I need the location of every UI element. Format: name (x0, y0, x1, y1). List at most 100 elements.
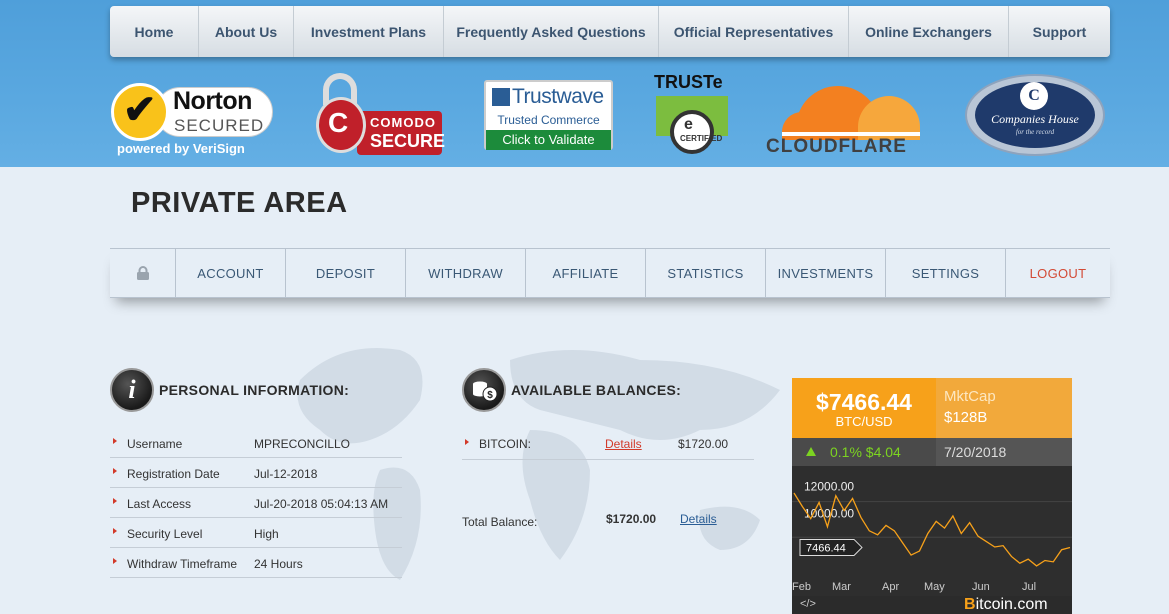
subnav-affiliate[interactable]: AFFILIATE (526, 249, 646, 297)
nav-online-exchangers[interactable]: Online Exchangers (849, 6, 1009, 57)
truste-e-icon: e (684, 116, 693, 133)
info-label: Withdraw Timeframe (127, 557, 238, 571)
total-balance-label: Total Balance: (462, 515, 538, 529)
btc-price: $7466.44 (816, 389, 912, 415)
total-details-link[interactable]: Details (680, 512, 717, 526)
info-value: MPRECONCILLO (254, 437, 351, 451)
info-value: Jul-20-2018 05:04:13 AM (254, 497, 389, 511)
comodo-secure-badge[interactable]: C COMODO SECURE (316, 73, 446, 155)
svg-text:$: $ (487, 390, 493, 401)
chart-x-tick-label: Jun (972, 581, 990, 593)
brand-rest: itcoin.com (975, 596, 1048, 613)
cloudflare-wordmark: CLOUDFLARE (766, 136, 907, 157)
trustwave-validate-button[interactable]: Click to Validate (486, 130, 611, 150)
total-balance-amount: $1720.00 (606, 512, 657, 526)
bullet-arrow-icon (113, 498, 117, 504)
bitcoin-com-logo[interactable]: Bitcoin.com (964, 596, 1048, 614)
info-label: Security Level (127, 527, 203, 541)
chart-x-tick-label: Feb (792, 581, 811, 593)
mktcap-box (936, 378, 1072, 438)
norton-powered-by: powered by VeriSign (117, 141, 245, 156)
btc-date: 7/20/2018 (944, 444, 1007, 460)
personal-info-title: PERSONAL INFORMATION: (159, 382, 350, 398)
bullet-arrow-icon (465, 439, 469, 445)
chart-x-tick-label: May (924, 581, 945, 593)
personal-info-list: Username MPRECONCILLO Registration Date … (110, 428, 402, 578)
norton-subtitle: SECURED (174, 116, 265, 135)
norton-title: Norton (173, 87, 252, 115)
info-row-last-access: Last Access Jul-20-2018 05:04:13 AM (110, 488, 402, 518)
brand-b: B (964, 596, 976, 613)
trustwave-title: Trustwave (512, 85, 604, 108)
info-icon: i (110, 368, 154, 412)
nav-investment-plans[interactable]: Investment Plans (294, 6, 444, 57)
subnav-withdraw[interactable]: WITHDRAW (406, 249, 526, 297)
chart-x-tick-label: Jul (1022, 581, 1036, 593)
account-navigation: ACCOUNT DEPOSIT WITHDRAW AFFILIATE STATI… (110, 248, 1110, 298)
lock-icon (110, 249, 176, 297)
info-label: Registration Date (127, 467, 220, 481)
chart-current-value-label: 7466.44 (799, 538, 863, 556)
up-arrow-icon (806, 447, 816, 456)
info-row-registration-date: Registration Date Jul-12-2018 (110, 458, 402, 488)
chart-y-tick-label: 12000.00 (804, 479, 854, 493)
subnav-deposit[interactable]: DEPOSIT (286, 249, 406, 297)
subnav-settings[interactable]: SETTINGS (886, 249, 1006, 297)
bitcoin-price-widget[interactable]: $7466.44 BTC/USD MktCap $128B 0.1% $4.04… (792, 378, 1072, 614)
comodo-title: COMODO (370, 115, 436, 130)
trustwave-logo-icon (492, 88, 510, 106)
widget-footer: </> Bitcoin.com (792, 596, 1072, 614)
companies-house-crest-icon: C (1020, 82, 1048, 110)
norton-secured-badge[interactable]: ✔ Norton SECURED powered by VeriSign (111, 83, 274, 156)
mktcap-label: MktCap (944, 388, 996, 405)
subnav-statistics[interactable]: STATISTICS (646, 249, 766, 297)
info-label: Username (127, 437, 183, 451)
subnav-investments[interactable]: INVESTMENTS (766, 249, 886, 297)
coins-icon: $ (462, 368, 506, 412)
truste-certified: CERTIFIED (680, 134, 723, 143)
balances-title: AVAILABLE BALANCES: (511, 382, 682, 398)
btc-price-chart[interactable]: 12000.0010000.007466.44Feb Mar Apr May Jun Ju… (792, 466, 1072, 596)
info-value: High (254, 527, 279, 541)
checkmark-icon: ✔ (123, 88, 157, 132)
truste-title: TRUSTe (654, 72, 723, 92)
bullet-arrow-icon (113, 468, 117, 474)
trustwave-subtitle: Trusted Commerce (497, 113, 600, 127)
chart-x-tick-label: Apr (882, 581, 899, 593)
mktcap-value: $128B (944, 409, 988, 426)
balance-row-bitcoin: BITCOIN: Details $1720.00 (462, 428, 754, 460)
page-title: PRIVATE AREA (131, 187, 348, 219)
trustwave-badge[interactable]: Trustwave Trusted Commerce Click to Vali… (484, 80, 613, 150)
info-row-withdraw-timeframe: Withdraw Timeframe 24 Hours (110, 548, 402, 578)
info-value: Jul-12-2018 (254, 467, 318, 481)
info-value: 24 Hours (254, 557, 303, 571)
info-row-security-level: Security Level High (110, 518, 402, 548)
balance-currency: BITCOIN: (479, 437, 532, 451)
companies-house-tagline: for the record (1015, 128, 1055, 136)
comodo-subtitle: SECURE (370, 131, 446, 151)
top-navigation: Home About Us Investment Plans Frequentl… (110, 6, 1110, 57)
nav-home[interactable]: Home (110, 6, 199, 57)
truste-badge[interactable]: TRUSTe e CERTIFIED (654, 72, 732, 156)
balance-details-link[interactable]: Details (605, 437, 642, 451)
bullet-arrow-icon (113, 558, 117, 564)
comodo-c-icon: C (328, 107, 349, 138)
embed-code-icon[interactable]: </> (800, 598, 816, 610)
nav-faq[interactable]: Frequently Asked Questions (444, 6, 659, 57)
companies-house-title: Companies House (991, 112, 1079, 126)
companies-house-badge[interactable]: C Companies House for the record (965, 74, 1105, 156)
subnav-account[interactable]: ACCOUNT (176, 249, 286, 297)
nav-support[interactable]: Support (1009, 6, 1110, 57)
nav-about-us[interactable]: About Us (199, 6, 294, 57)
subnav-logout[interactable]: LOGOUT (1006, 249, 1110, 297)
info-row-username: Username MPRECONCILLO (110, 428, 402, 458)
security-badges: ✔ Norton SECURED powered by VeriSign C C… (0, 68, 1169, 163)
btc-change: 0.1% $4.04 (830, 444, 901, 460)
bullet-arrow-icon (113, 528, 117, 534)
nav-official-representatives[interactable]: Official Representatives (659, 6, 849, 57)
chart-x-tick-label: Mar (832, 581, 851, 593)
bullet-arrow-icon (113, 438, 117, 444)
svg-text:7466.44: 7466.44 (806, 542, 846, 554)
info-label: Last Access (127, 497, 192, 511)
cloudflare-badge[interactable]: CLOUDFLARE (766, 72, 938, 157)
